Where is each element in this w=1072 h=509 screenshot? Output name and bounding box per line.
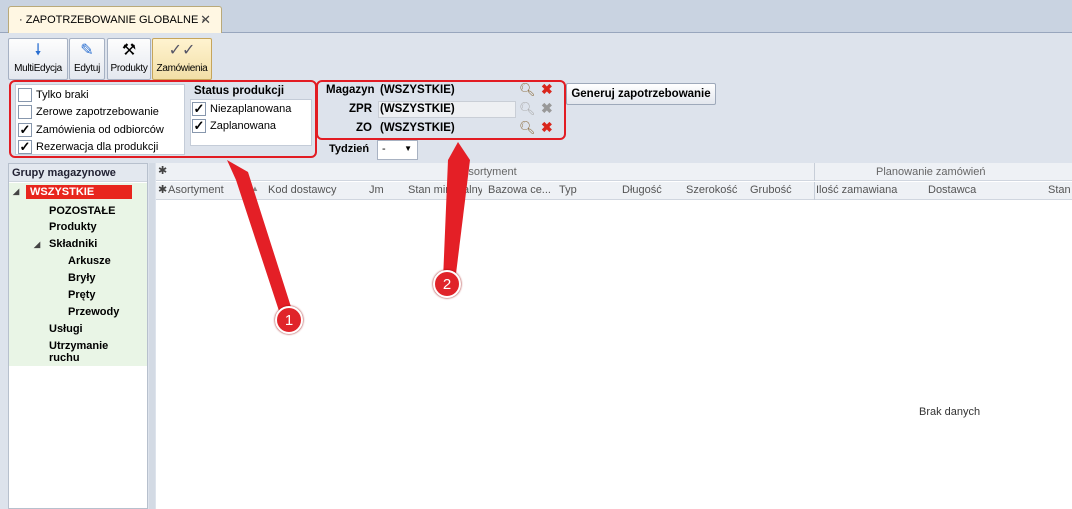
callout-badge-2: 2 (433, 270, 461, 298)
arrow-1 (227, 160, 292, 314)
arrow-2 (443, 142, 470, 282)
callout-badge-1: 1 (275, 306, 303, 334)
annotation-arrows (227, 142, 470, 314)
